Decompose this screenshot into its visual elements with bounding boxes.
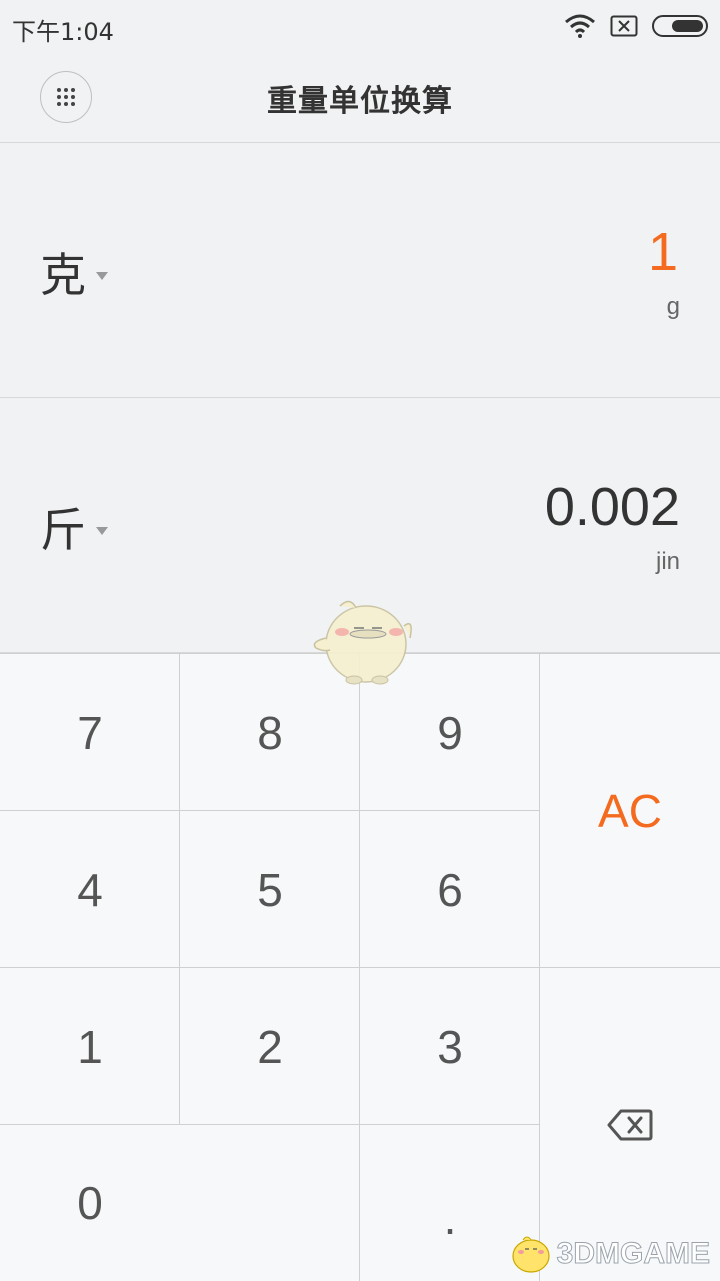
to-unit-symbol: jin [655,548,680,575]
status-time: 下午1:04 [12,18,114,46]
key-4[interactable]: 4 [0,811,180,968]
title-bar: 重量单位换算 [0,52,720,143]
mascot-icon [313,600,412,685]
keypad: 7 8 9 4 5 6 1 2 3 0 . AC [0,653,720,1281]
from-unit-symbol: g [666,293,680,320]
backspace-icon [607,1109,653,1140]
to-value: 0.002 [544,477,680,537]
battery-icon [652,15,708,37]
status-bar: 下午1:04 [0,0,720,52]
wifi-icon [565,14,595,38]
key-2[interactable]: 2 [180,968,360,1125]
key-1[interactable]: 1 [0,968,180,1125]
status-icons [564,12,708,40]
from-value: 1 [647,222,678,282]
to-unit-name: 斤 [40,503,86,557]
watermark-text: 3DMGAME [556,1237,710,1271]
key-0[interactable]: 0 [0,1125,180,1281]
watermark: 3DMGAME [507,1234,711,1274]
key-5[interactable]: 5 [180,811,360,968]
watermark-mascot-icon [512,1236,550,1273]
clear-button[interactable]: AC [540,654,720,967]
to-unit-selector[interactable]: 斤 [40,494,108,560]
no-sim-icon [610,15,638,37]
dropdown-caret-icon [96,272,108,280]
from-unit-name: 克 [40,248,86,302]
key-6[interactable]: 6 [360,811,540,968]
from-unit-selector[interactable]: 克 [40,239,108,305]
key-7[interactable]: 7 [0,654,180,811]
from-unit-row[interactable]: 克 1 g [0,143,720,398]
page-title: 重量单位换算 [267,84,453,119]
key-3[interactable]: 3 [360,968,540,1125]
dropdown-caret-icon [96,527,108,535]
